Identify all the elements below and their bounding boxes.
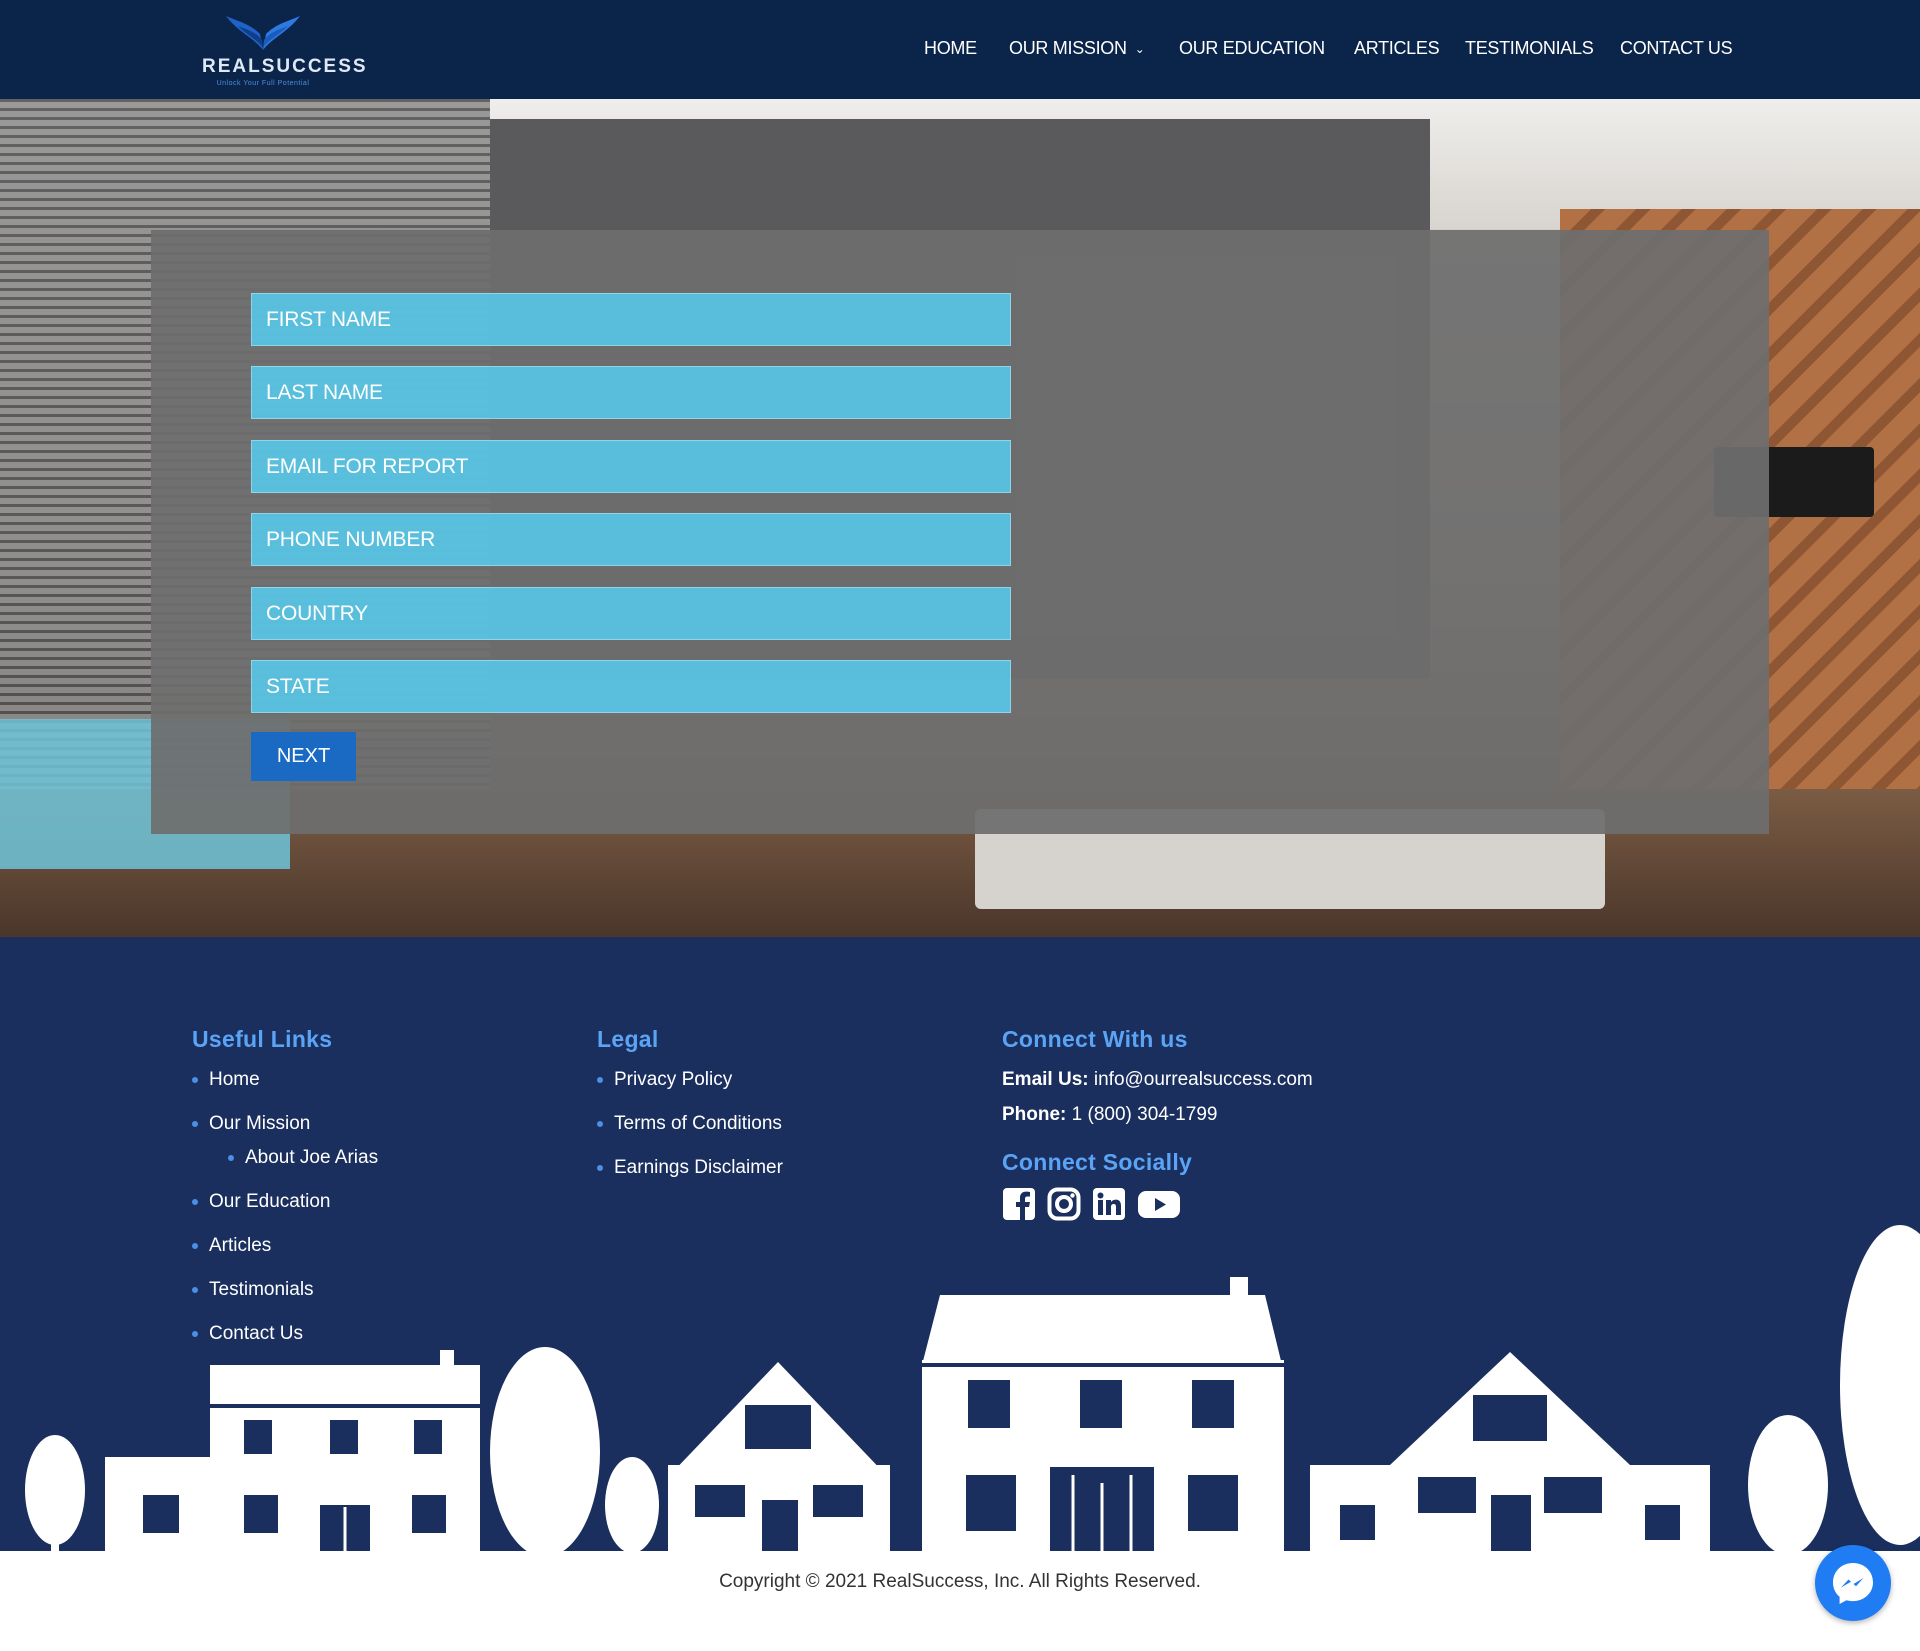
email-label: Email Us: bbox=[1002, 1069, 1089, 1090]
main-nav: HOME OUR MISSION ⌄ OUR EDUCATION ARTICLES… bbox=[0, 38, 1920, 62]
nav-our-mission[interactable]: OUR MISSION ⌄ bbox=[1009, 38, 1145, 59]
connect-title: Connect With us bbox=[1002, 1026, 1188, 1052]
email-field[interactable]: EMAIL FOR REPORT bbox=[251, 440, 1011, 493]
last-name-field[interactable]: LAST NAME bbox=[251, 366, 1011, 419]
phone-line: Phone: 1 (800) 304-1799 bbox=[1002, 1104, 1217, 1126]
site-header: REALSUCCESS Unlock Your Full Potential H… bbox=[0, 0, 1920, 99]
footer-link-our-education[interactable]: Our Education bbox=[209, 1191, 330, 1213]
bullet-icon bbox=[597, 1165, 603, 1171]
copyright-bar bbox=[0, 1551, 1920, 1651]
phone-label: Phone: bbox=[1002, 1104, 1067, 1125]
messenger-chat-button[interactable] bbox=[1815, 1545, 1891, 1621]
footer-link-our-mission[interactable]: Our Mission bbox=[209, 1113, 310, 1135]
state-field[interactable]: STATE bbox=[251, 660, 1011, 713]
footer-link-about-joe-arias[interactable]: About Joe Arias bbox=[245, 1147, 378, 1169]
hero-section: FIRST NAME LAST NAME EMAIL FOR REPORT PH… bbox=[0, 99, 1920, 937]
state-placeholder: STATE bbox=[266, 675, 330, 698]
nav-our-mission-label: OUR MISSION bbox=[1009, 38, 1127, 58]
last-name-placeholder: LAST NAME bbox=[266, 381, 383, 404]
connect-socially-title: Connect Socially bbox=[1002, 1149, 1193, 1175]
first-name-placeholder: FIRST NAME bbox=[266, 308, 391, 331]
copyright-text: Copyright © 2021 RealSuccess, Inc. All R… bbox=[719, 1571, 1201, 1592]
first-name-field[interactable]: FIRST NAME bbox=[251, 293, 1011, 346]
logo-tagline: Unlock Your Full Potential bbox=[216, 80, 310, 87]
bullet-icon bbox=[192, 1077, 198, 1083]
nav-articles[interactable]: ARTICLES bbox=[1354, 38, 1440, 59]
houses-illustration bbox=[25, 1225, 1920, 1560]
messenger-icon bbox=[1833, 1563, 1873, 1604]
email-link[interactable]: info@ourrealsuccess.com bbox=[1094, 1069, 1313, 1090]
email-line: Email Us: info@ourrealsuccess.com bbox=[1002, 1069, 1313, 1091]
chevron-down-icon: ⌄ bbox=[1134, 42, 1145, 56]
nav-testimonials[interactable]: TESTIMONIALS bbox=[1465, 38, 1594, 59]
footer-link-earnings-disclaimer[interactable]: Earnings Disclaimer bbox=[614, 1157, 783, 1179]
bullet-icon bbox=[228, 1155, 234, 1161]
country-field[interactable]: COUNTRY bbox=[251, 587, 1011, 640]
next-button[interactable]: NEXT bbox=[251, 732, 356, 781]
signup-form: FIRST NAME LAST NAME EMAIL FOR REPORT PH… bbox=[151, 230, 1769, 834]
email-placeholder: EMAIL FOR REPORT bbox=[266, 455, 469, 478]
country-placeholder: COUNTRY bbox=[266, 602, 369, 625]
bullet-icon bbox=[597, 1121, 603, 1127]
nav-home[interactable]: HOME bbox=[924, 38, 977, 59]
phone-placeholder: PHONE NUMBER bbox=[266, 528, 436, 551]
bullet-icon bbox=[192, 1121, 198, 1127]
nav-our-education[interactable]: OUR EDUCATION bbox=[1179, 38, 1325, 59]
useful-links-title: Useful Links bbox=[192, 1026, 333, 1052]
footer-link-terms[interactable]: Terms of Conditions bbox=[614, 1113, 782, 1135]
bullet-icon bbox=[597, 1077, 603, 1083]
footer-link-privacy-policy[interactable]: Privacy Policy bbox=[614, 1069, 732, 1091]
phone-field[interactable]: PHONE NUMBER bbox=[251, 513, 1011, 566]
nav-contact-us[interactable]: CONTACT US bbox=[1620, 38, 1733, 59]
legal-title: Legal bbox=[597, 1026, 659, 1052]
bullet-icon bbox=[192, 1199, 198, 1205]
footer-link-home[interactable]: Home bbox=[209, 1069, 260, 1091]
phone-link[interactable]: 1 (800) 304-1799 bbox=[1072, 1104, 1218, 1125]
